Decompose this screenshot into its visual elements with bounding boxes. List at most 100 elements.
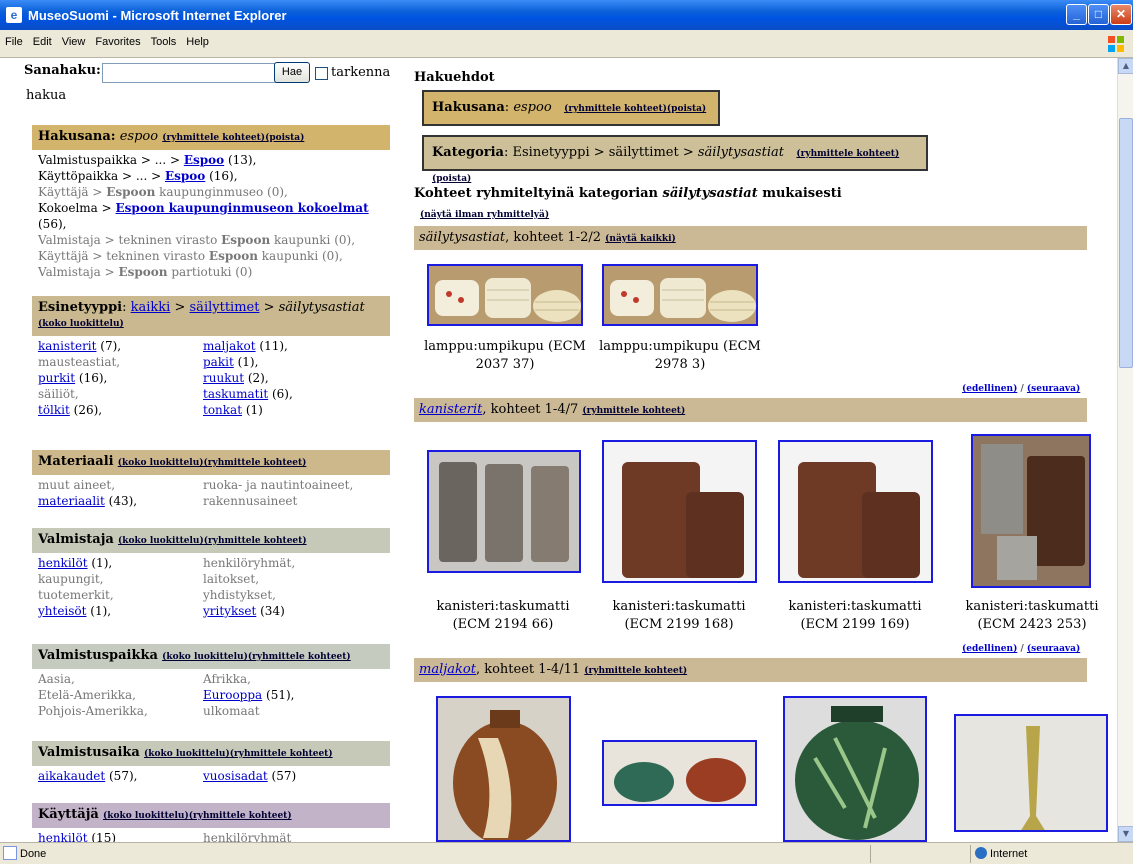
crumb-sailyttimet-link[interactable]: säilyttimet — [190, 300, 260, 315]
item-thumbnail[interactable] — [971, 434, 1091, 588]
prev-link[interactable]: (edellinen) — [962, 384, 1017, 394]
facet-item-link[interactable]: yritykset — [203, 604, 256, 618]
scroll-down-icon[interactable]: ▼ — [1118, 826, 1133, 842]
menu-help[interactable]: Help — [181, 30, 214, 54]
show-all-link[interactable]: (näytä kaikki) — [605, 234, 676, 244]
full-classification-link[interactable]: (koko luokittelu) — [144, 749, 230, 759]
facet-item-link[interactable]: purkit — [38, 371, 75, 385]
item-caption: kanisteri:taskumatti (ECM 2423 253) — [965, 599, 1099, 632]
facet-title: Esinetyyppi — [38, 300, 123, 315]
espoo-link[interactable]: Espoo — [165, 169, 205, 183]
canister-image — [780, 442, 931, 581]
page-content: Sanahaku: Hae tarkenna hakua Hakusana: e… — [0, 58, 1117, 842]
crumb-all-link[interactable]: kaikki — [131, 300, 171, 315]
full-classification-link[interactable]: (koko luokittelu) — [162, 652, 248, 662]
full-classification-link[interactable]: (koko luokittelu) — [118, 458, 204, 468]
search-input[interactable] — [102, 63, 294, 83]
facet-item-link[interactable]: kanisterit — [38, 339, 96, 353]
item-thumbnail[interactable] — [602, 740, 757, 806]
item-caption: lamppu:umpikupu (ECM 2978 3) — [599, 339, 761, 372]
facet-item: mausteastiat, — [38, 354, 203, 370]
menu-file[interactable]: File — [0, 30, 28, 54]
menu-tools[interactable]: Tools — [146, 30, 182, 54]
scroll-thumb[interactable] — [1119, 118, 1133, 368]
item-thumbnail[interactable] — [954, 714, 1108, 832]
espoo-link[interactable]: Espoon kaupunginmuseon kokoelmat — [116, 201, 369, 215]
facet-item-link[interactable]: henkilöt — [38, 831, 88, 842]
group-link[interactable]: (ryhmittele kohteet) — [584, 666, 687, 676]
facet-item-link[interactable]: ruukut — [203, 371, 244, 385]
group-link[interactable]: (ryhmittele kohteet) — [564, 104, 667, 114]
group-link[interactable]: (ryhmittele kohteet) — [248, 652, 351, 662]
prev-link[interactable]: (edellinen) — [962, 644, 1017, 654]
facet-title: Valmistusaika — [38, 745, 140, 760]
group-link[interactable]: (ryhmittele kohteet) — [204, 458, 307, 468]
group-name-link[interactable]: kanisterit — [419, 402, 482, 417]
group-link[interactable]: (ryhmittele kohteet) — [189, 811, 292, 821]
facet-item: yhteisöt (1), — [38, 603, 203, 619]
facet-item: vuosisadat (57) — [203, 768, 368, 784]
item-thumbnail[interactable] — [427, 450, 581, 573]
line-count: (13), — [224, 153, 257, 167]
remove-link[interactable]: (poista) — [265, 133, 304, 143]
search-button[interactable]: Hae — [274, 62, 310, 83]
facet-item-link[interactable]: vuosisadat — [203, 769, 268, 783]
menu-favorites[interactable]: Favorites — [90, 30, 145, 54]
minimize-button[interactable]: _ — [1066, 4, 1087, 25]
group-link[interactable]: (ryhmittele kohteet) — [796, 149, 899, 159]
group-link[interactable]: (ryhmittele kohteet) — [162, 133, 265, 143]
group-link[interactable]: (ryhmittele kohteet) — [204, 536, 307, 546]
remove-link[interactable]: (poista) — [667, 104, 706, 114]
espoo-link[interactable]: Espoo — [184, 153, 224, 167]
facet-item-count: (7), — [96, 339, 122, 353]
vertical-scrollbar[interactable]: ▲ ▼ — [1117, 58, 1133, 842]
menu-edit[interactable]: Edit — [28, 30, 57, 54]
maximize-button[interactable]: □ — [1088, 4, 1109, 25]
facet-item-link[interactable]: aikakaudet — [38, 769, 105, 783]
facet-title: Hakusana: — [38, 129, 116, 144]
facet-item-link[interactable]: pakit — [203, 355, 234, 369]
item-thumbnail[interactable] — [783, 696, 927, 842]
facet-item-link[interactable]: maljakot — [203, 339, 256, 353]
facet-item-link[interactable]: materiaalit — [38, 494, 105, 508]
facet-item-link[interactable]: henkilöt — [38, 556, 88, 570]
vase-image — [604, 742, 755, 804]
full-classification-link[interactable]: (koko luokittelu) — [103, 811, 189, 821]
refine-checkbox[interactable] — [315, 67, 328, 80]
group-link[interactable]: (ryhmittele kohteet) — [582, 406, 685, 416]
item-thumbnail[interactable] — [602, 264, 758, 326]
close-button[interactable]: ✕ — [1110, 4, 1132, 25]
item-thumbnail[interactable] — [602, 440, 757, 583]
remove-link[interactable]: (poista) — [432, 174, 471, 184]
facet-item-link[interactable]: yhteisöt — [38, 604, 86, 618]
group-link[interactable]: (ryhmittele kohteet) — [230, 749, 333, 759]
facet-esinetyyppi: Esinetyyppi: kaikki > säilyttimet > säil… — [32, 296, 390, 418]
facet-item-label: ulkomaat — [203, 704, 260, 718]
full-classification-link[interactable]: (koko luokittelu) — [118, 536, 204, 546]
group-name-link[interactable]: maljakot — [419, 662, 476, 677]
facet-item-link[interactable]: tonkat — [203, 403, 242, 417]
show-ungrouped-link[interactable]: (näytä ilman ryhmittelyä) — [420, 210, 549, 220]
line-count: (16), — [205, 169, 238, 183]
facet-item-count: (57), — [105, 769, 138, 783]
menu-view[interactable]: View — [57, 30, 91, 54]
item-thumbnail[interactable] — [436, 696, 571, 842]
facet-title: Käyttäjä — [38, 807, 99, 822]
facet-item-link[interactable]: tölkit — [38, 403, 70, 417]
criterion-label: Hakusana — [432, 100, 505, 115]
facet-item-link[interactable]: taskumatit — [203, 387, 268, 401]
next-link[interactable]: (seuraava) — [1027, 384, 1080, 394]
item-caption: kanisteri:taskumatti (ECM 2199 168) — [612, 599, 746, 632]
full-classification-link[interactable]: (koko luokittelu) — [38, 319, 124, 329]
facet-item: kanisterit (7), — [38, 338, 203, 354]
search-label: Sanahaku: — [24, 63, 101, 78]
facet-item-label: rakennusaineet — [203, 494, 298, 508]
facet-valmistuspaikka: Valmistuspaikka (koko luokittelu)(ryhmit… — [32, 644, 390, 719]
item-thumbnail[interactable] — [778, 440, 933, 583]
next-link[interactable]: (seuraava) — [1027, 644, 1080, 654]
facet-item-link[interactable]: Eurooppa — [203, 688, 262, 702]
espoo-term: Espoon — [106, 185, 156, 199]
scroll-up-icon[interactable]: ▲ — [1118, 58, 1133, 74]
item-thumbnail[interactable] — [427, 264, 583, 326]
facet-item-label: Etelä-Amerikka, — [38, 688, 136, 702]
